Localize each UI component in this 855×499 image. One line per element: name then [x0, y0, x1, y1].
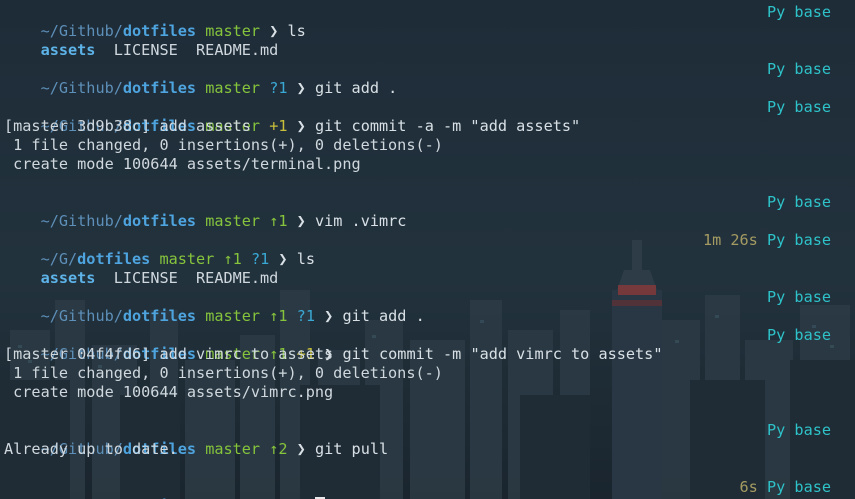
env-indicator: Py base: [767, 326, 831, 345]
output-files: LICENSE README.md: [95, 269, 279, 287]
active-prompt-line[interactable]: ~/Github/dotfiles master ↑2 ❯ 6s Py base: [4, 478, 843, 499]
prompt-line: ~/Github/dotfiles master +1 ❯ git commit…: [4, 98, 843, 135]
command-text: git add .: [342, 307, 425, 325]
python-env-name: base: [794, 288, 831, 306]
prompt-path: ~/Github/: [40, 79, 123, 97]
python-env-label: Py: [766, 478, 786, 496]
python-env-name: base: [794, 478, 831, 496]
git-status-ahead: ↑1: [269, 212, 288, 230]
prompt-line: ~/Github/dotfiles master ↑2 ❯ git pull P…: [4, 421, 843, 458]
prompt-line: ~/Github/dotfiles master ?1 ❯ git add . …: [4, 60, 843, 97]
prompt-line: ~/G/dotfiles master ↑1 ?1 ❯ ls 1m 26s Py…: [4, 231, 843, 268]
prompt-line: ~/Github/dotfiles master ❯ ls Py base: [4, 3, 843, 40]
prompt-repo: dotfiles: [122, 307, 197, 325]
command-output: 1 file changed, 0 insertions(+), 0 delet…: [4, 364, 443, 382]
command-text: git add .: [314, 79, 398, 97]
command-output: Already up to date.: [4, 440, 178, 458]
output-files: LICENSE README.md: [95, 41, 279, 59]
command-output: [master 04f4fd6] add vimrc to assets: [4, 345, 334, 363]
command-output: assets LICENSE README.md: [4, 250, 843, 287]
output-directory: assets: [40, 269, 96, 287]
python-env-name: base: [794, 193, 831, 211]
env-indicator: 6s Py base: [740, 478, 831, 497]
env-indicator: 1m 26s Py base: [703, 231, 831, 250]
command-output: create mode 100644 assets/vimrc.png: [4, 383, 334, 401]
terminal-window[interactable]: ~/Github/dotfiles master ❯ ls Py base as…: [0, 0, 855, 499]
env-indicator: Py base: [767, 3, 831, 22]
prompt-branch: master: [205, 307, 261, 325]
prompt-line: ~/Github/dotfiles master ↑1 +1 ❯ git com…: [4, 326, 843, 363]
env-indicator: Py base: [767, 288, 831, 307]
python-env-label: Py: [766, 231, 786, 249]
env-indicator: Py base: [767, 193, 831, 212]
python-env-name: base: [794, 421, 831, 439]
prompt-repo: dotfiles: [122, 79, 197, 97]
command-output: 1 file changed, 0 insertions(+), 0 delet…: [4, 136, 443, 154]
prompt-arrow-icon: ❯: [296, 212, 306, 230]
command-output: create mode 100644 assets/terminal.png: [4, 155, 361, 173]
python-env-name: base: [794, 3, 831, 21]
prompt-path: ~/Github/: [40, 212, 123, 230]
git-status-untracked: ?1: [296, 307, 315, 325]
python-env-label: Py: [766, 288, 786, 306]
prompt-arrow-icon: ❯: [296, 79, 306, 97]
python-env-name: base: [794, 98, 831, 116]
git-status-untracked: ?1: [269, 79, 288, 97]
python-env-label: Py: [766, 193, 786, 211]
command-duration: 1m 26s: [702, 231, 758, 249]
command-duration: 6s: [739, 478, 758, 496]
env-indicator: Py base: [767, 421, 831, 440]
prompt-line: ~/Github/dotfiles master ↑1 ❯ vim .vimrc…: [4, 193, 843, 230]
prompt-repo: dotfiles: [122, 212, 197, 230]
command-text: vim .vimrc: [314, 212, 407, 230]
command-output: [master 3d9b38c] add assets: [4, 117, 251, 135]
prompt-line: ~/Github/dotfiles master ↑1 ?1 ❯ git add…: [4, 288, 843, 325]
env-indicator: Py base: [767, 60, 831, 79]
prompt-branch: master: [205, 212, 261, 230]
python-env-name: base: [794, 60, 831, 78]
prompt-branch: master: [205, 79, 261, 97]
env-indicator: Py base: [767, 98, 831, 117]
command-output: assets LICENSE README.md: [4, 22, 843, 59]
python-env-label: Py: [766, 421, 786, 439]
python-env-label: Py: [766, 3, 786, 21]
python-env-label: Py: [766, 98, 786, 116]
git-status-ahead: ↑1: [269, 307, 288, 325]
output-directory: assets: [40, 41, 96, 59]
python-env-label: Py: [766, 326, 786, 344]
prompt-arrow-icon: ❯: [324, 307, 334, 325]
python-env-name: base: [794, 231, 831, 249]
python-env-name: base: [794, 326, 831, 344]
python-env-label: Py: [766, 60, 786, 78]
prompt-path: ~/Github/: [40, 307, 123, 325]
